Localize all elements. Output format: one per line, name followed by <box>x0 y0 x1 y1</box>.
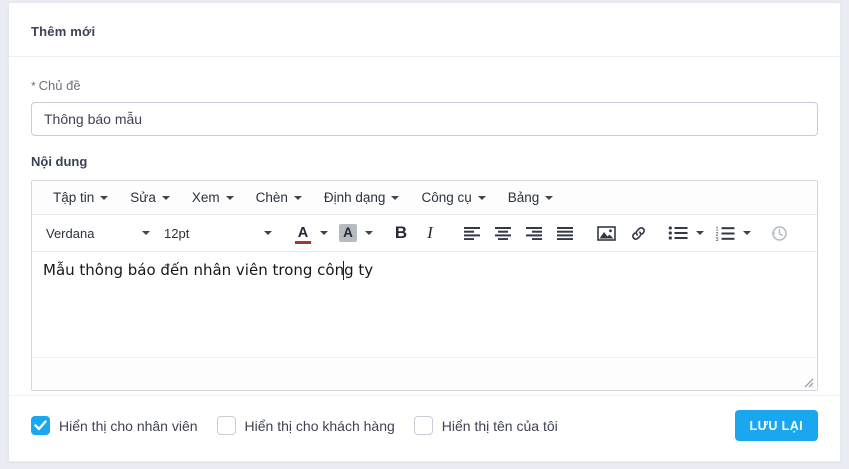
align-center-icon <box>494 226 512 240</box>
chevron-down-icon <box>294 196 302 200</box>
font-family-value: Verdana <box>46 226 94 241</box>
subject-label-text: Chủ đề <box>39 78 81 93</box>
save-button[interactable]: LƯU LẠI <box>735 410 818 441</box>
chevron-down-icon <box>545 196 553 200</box>
chevron-down-icon <box>391 196 399 200</box>
restore-draft-icon <box>771 225 788 242</box>
menu-edit-label: Sửa <box>130 190 156 205</box>
insert-link-icon <box>630 225 647 242</box>
subject-label: *Chủ đề <box>31 78 818 93</box>
menu-file[interactable]: Tập tin <box>42 181 119 214</box>
align-right-icon <box>525 226 543 240</box>
chevron-down-icon <box>226 196 234 200</box>
align-justify-icon <box>556 226 574 240</box>
checkbox-label: Hiển thị tên của tôi <box>442 418 558 434</box>
chevron-down-icon <box>264 231 272 235</box>
checkbox-show-to-employees[interactable]: Hiển thị cho nhân viên <box>31 416 198 435</box>
italic-icon: I <box>427 223 435 243</box>
bullet-list-dropdown[interactable] <box>692 219 707 247</box>
text-color-button[interactable]: A <box>290 219 316 247</box>
rich-text-editor: Tập tin Sửa Xem Chèn Định dạng Công cụ B… <box>31 180 818 391</box>
required-marker: * <box>31 79 36 93</box>
insert-image-button[interactable] <box>590 219 622 247</box>
numbered-list-icon: 123 <box>715 226 735 241</box>
align-left-icon <box>463 226 481 240</box>
add-new-panel: Thêm mới *Chủ đề Nội dung Tập tin Sửa Xe… <box>8 2 841 462</box>
menu-view[interactable]: Xem <box>181 181 245 214</box>
numbered-list-dropdown[interactable] <box>739 219 754 247</box>
menu-edit[interactable]: Sửa <box>119 181 181 214</box>
menu-table[interactable]: Bảng <box>497 181 565 214</box>
font-family-select[interactable]: Verdana <box>40 219 158 247</box>
font-size-select[interactable]: 12pt <box>158 219 280 247</box>
menu-tools[interactable]: Công cụ <box>410 181 496 214</box>
align-right-button[interactable] <box>518 219 549 247</box>
chevron-down-icon <box>142 231 150 235</box>
chevron-down-icon <box>320 231 328 235</box>
italic-button[interactable]: I <box>416 219 446 247</box>
bold-icon: B <box>395 223 407 243</box>
menu-view-label: Xem <box>192 190 220 205</box>
bullet-list-icon <box>668 226 688 240</box>
restore-draft-button[interactable] <box>764 219 794 247</box>
page-title: Thêm mới <box>31 24 818 39</box>
chevron-down-icon <box>478 196 486 200</box>
background-color-button[interactable]: A <box>335 219 361 247</box>
check-icon <box>34 420 47 431</box>
panel-footer: Hiển thị cho nhân viên Hiển thị cho khác… <box>9 396 840 461</box>
align-left-button[interactable] <box>456 219 487 247</box>
text-color-dropdown[interactable] <box>316 219 331 247</box>
background-color-icon: A <box>339 224 357 243</box>
bold-button[interactable]: B <box>386 219 416 247</box>
bullet-list-button[interactable] <box>664 219 692 247</box>
text-cursor <box>343 261 344 280</box>
menu-file-label: Tập tin <box>53 190 94 205</box>
content-label: Nội dung <box>31 154 818 169</box>
checkbox-show-to-customers[interactable]: Hiển thị cho khách hàng <box>217 416 395 435</box>
insert-image-icon <box>597 226 616 241</box>
editor-menubar: Tập tin Sửa Xem Chèn Định dạng Công cụ B… <box>32 181 817 215</box>
menu-table-label: Bảng <box>508 190 540 205</box>
align-center-button[interactable] <box>487 219 518 247</box>
editor-toolbar: Verdana 12pt A A B I <box>32 215 817 252</box>
subject-input[interactable] <box>31 102 818 136</box>
checkbox-icon[interactable] <box>414 416 433 435</box>
editor-text: Mẫu thông báo đến nhân viên trong công t… <box>43 261 373 279</box>
checkbox-label: Hiển thị cho nhân viên <box>59 418 198 434</box>
background-color-dropdown[interactable] <box>361 219 376 247</box>
resize-grip-icon[interactable] <box>801 375 814 388</box>
font-size-value: 12pt <box>164 226 189 241</box>
insert-link-button[interactable] <box>622 219 654 247</box>
menu-format-label: Định dạng <box>324 190 386 205</box>
editor-content-area[interactable]: Mẫu thông báo đến nhân viên trong công t… <box>32 252 817 357</box>
chevron-down-icon <box>743 231 751 235</box>
align-justify-button[interactable] <box>549 219 580 247</box>
checkbox-icon[interactable] <box>217 416 236 435</box>
menu-format[interactable]: Định dạng <box>313 181 411 214</box>
text-color-icon: A <box>296 226 310 241</box>
checkbox-icon[interactable] <box>31 416 50 435</box>
svg-text:3: 3 <box>716 237 719 241</box>
menu-insert[interactable]: Chèn <box>245 181 313 214</box>
chevron-down-icon <box>162 196 170 200</box>
checkbox-label: Hiển thị cho khách hàng <box>245 418 395 434</box>
form-body: *Chủ đề Nội dung Tập tin Sửa Xem Chèn Đị… <box>9 57 840 391</box>
panel-header: Thêm mới <box>9 3 840 57</box>
editor-statusbar <box>32 357 817 390</box>
menu-tools-label: Công cụ <box>421 190 471 205</box>
chevron-down-icon <box>100 196 108 200</box>
numbered-list-button[interactable]: 123 <box>711 219 739 247</box>
chevron-down-icon <box>365 231 373 235</box>
chevron-down-icon <box>696 231 704 235</box>
checkbox-show-my-name[interactable]: Hiển thị tên của tôi <box>414 416 558 435</box>
menu-insert-label: Chèn <box>256 190 288 205</box>
